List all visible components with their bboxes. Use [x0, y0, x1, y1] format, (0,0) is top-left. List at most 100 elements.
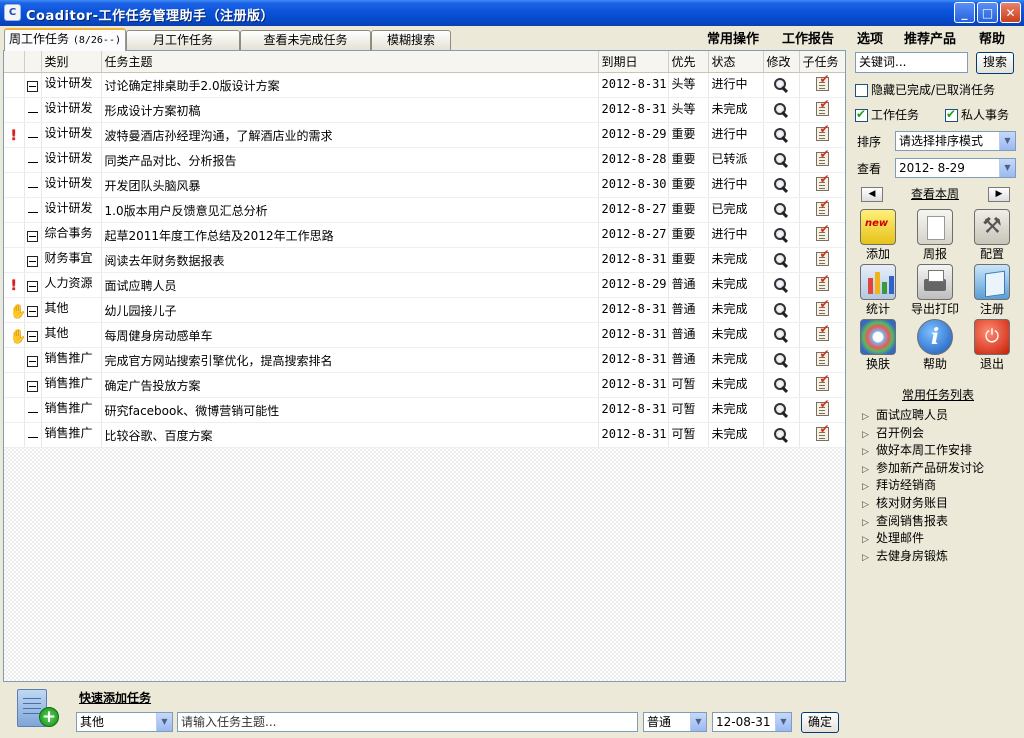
collapse-toggle-icon[interactable]	[27, 380, 38, 392]
table-row[interactable]: 销售推广 比较谷歌、百度方案 2012-8-31 可暂 未完成	[4, 422, 845, 448]
collapse-toggle-icon[interactable]	[27, 255, 38, 267]
row-subject[interactable]: 每周健身房动感单车	[101, 322, 599, 348]
row-subject[interactable]: 阅读去年财务数据报表	[101, 247, 599, 273]
subtask-checklist-icon[interactable]	[815, 322, 830, 341]
table-row[interactable]: 财务事宜 阅读去年财务数据报表 2012-8-31 重要 未完成	[4, 247, 845, 273]
common-tasks-title[interactable]: 常用任务列表	[902, 386, 974, 403]
row-subject[interactable]: 研究facebook、微博营销可能性	[101, 397, 599, 423]
subtask-checklist-icon[interactable]	[815, 347, 830, 366]
prev-week-button[interactable]: ◀	[861, 187, 883, 202]
table-row[interactable]: 销售推广 完成官方网站搜索引擎优化，提高搜索排名 2012-8-31 普通 未完成	[4, 347, 845, 373]
magnifier-icon[interactable]	[773, 352, 789, 368]
menu-recommend[interactable]: 推荐产品	[904, 28, 956, 47]
quick-add-priority-select[interactable]: 普通 ▼	[643, 712, 707, 732]
subtask-checklist-icon[interactable]	[815, 422, 830, 441]
table-row[interactable]: 销售推广 确定广告投放方案 2012-8-31 可暂 未完成	[4, 372, 845, 398]
add-tool-button[interactable]: new 添加	[855, 209, 901, 261]
menu-options[interactable]: 选项	[857, 28, 883, 47]
chevron-down-icon[interactable]: ▼	[156, 713, 172, 731]
magnifier-icon[interactable]	[773, 177, 789, 193]
col-due-header[interactable]: 到期日	[598, 51, 669, 73]
common-task-item[interactable]: ▷ 召开例会	[862, 424, 984, 442]
common-task-item[interactable]: ▷ 参加新产品研发讨论	[862, 459, 984, 477]
row-subject[interactable]: 确定广告投放方案	[101, 372, 599, 398]
subtask-checklist-icon[interactable]	[815, 147, 830, 166]
subtask-checklist-icon[interactable]	[815, 297, 830, 316]
menu-work-report[interactable]: 工作报告	[782, 28, 834, 47]
magnifier-icon[interactable]	[773, 302, 789, 318]
common-task-item[interactable]: ▷ 处理邮件	[862, 529, 984, 547]
common-task-item[interactable]: ▷ 做好本周工作安排	[862, 441, 984, 459]
subtask-checklist-icon[interactable]	[815, 247, 830, 266]
row-subject[interactable]: 同类产品对比、分析报告	[101, 147, 599, 173]
view-this-week-link[interactable]: 查看本周	[911, 185, 959, 202]
chevron-down-icon[interactable]: ▼	[775, 713, 791, 731]
tab-weekly[interactable]: 周工作任务 (8/26--)	[4, 28, 126, 51]
common-task-item[interactable]: ▷ 拜访经销商	[862, 476, 984, 494]
subtask-checklist-icon[interactable]	[815, 97, 830, 116]
tab-monthly[interactable]: 月工作任务	[126, 30, 240, 50]
chevron-down-icon[interactable]: ▼	[999, 132, 1015, 150]
config-button[interactable]: ⚒ 配置	[969, 209, 1015, 261]
row-subject[interactable]: 形成设计方案初稿	[101, 97, 599, 123]
private-tasks-checkbox[interactable]: 私人事务	[945, 106, 1009, 123]
row-subject[interactable]: 比较谷歌、百度方案	[101, 422, 599, 448]
collapse-toggle-icon[interactable]	[27, 330, 38, 342]
row-subject[interactable]: 幼儿园接儿子	[101, 297, 599, 323]
table-row[interactable]: ! 设计研发 波特曼酒店孙经理沟通，了解酒店业的需求 2012-8-29 重要 进行中	[4, 122, 845, 148]
subtask-checklist-icon[interactable]	[815, 372, 830, 391]
subtask-checklist-icon[interactable]	[815, 122, 830, 141]
title-bar[interactable]: C Coaditor-工作任务管理助手（注册版） _ □ ✕	[0, 0, 1024, 26]
table-row[interactable]: ! 人力资源 面试应聘人员 2012-8-29 普通 未完成	[4, 272, 845, 298]
checkbox-checked[interactable]	[855, 107, 868, 122]
magnifier-icon[interactable]	[773, 327, 789, 343]
weekly-report-button[interactable]: 周报	[912, 209, 958, 261]
export-print-button[interactable]: 导出打印	[906, 264, 964, 316]
subtask-checklist-icon[interactable]	[815, 272, 830, 291]
table-row[interactable]: ✋ 其他幼儿园接儿子2012-8-31普通未完成	[4, 297, 845, 323]
table-row[interactable]: 设计研发 讨论确定排桌助手2.0版设计方案 2012-8-31 头等 进行中	[4, 72, 845, 98]
search-button[interactable]: 搜索	[976, 52, 1014, 74]
magnifier-icon[interactable]	[773, 77, 789, 93]
common-task-item[interactable]: ▷ 查阅销售报表	[862, 512, 984, 530]
collapse-toggle-icon[interactable]	[27, 230, 38, 242]
magnifier-icon[interactable]	[773, 402, 789, 418]
table-row[interactable]: 销售推广 研究facebook、微博营销可能性 2012-8-31 可暂 未完成	[4, 397, 845, 423]
work-tasks-checkbox[interactable]: 工作任务	[855, 106, 919, 123]
magnifier-icon[interactable]	[773, 252, 789, 268]
skin-button[interactable]: 换肤	[855, 319, 901, 371]
magnifier-icon[interactable]	[773, 377, 789, 393]
exit-button[interactable]: ⏻ 退出	[969, 319, 1015, 371]
table-row[interactable]: 设计研发 同类产品对比、分析报告 2012-8-28 重要 已转派	[4, 147, 845, 173]
menu-help[interactable]: 帮助	[979, 28, 1005, 47]
collapse-toggle-icon[interactable]	[27, 80, 38, 92]
table-row[interactable]: 设计研发 1.0版本用户反馈意见汇总分析 2012-8-27 重要 已完成	[4, 197, 845, 223]
keyword-search-input[interactable]: 关键词...	[855, 52, 968, 73]
stats-button[interactable]: 统计	[855, 264, 901, 316]
magnifier-icon[interactable]	[773, 102, 789, 118]
quick-add-category-select[interactable]: 其他 ▼	[76, 712, 173, 732]
col-priority-header[interactable]: 优先	[668, 51, 709, 73]
checkbox-unchecked[interactable]	[855, 84, 868, 97]
row-subject[interactable]: 完成官方网站搜索引擎优化，提高搜索排名	[101, 347, 599, 373]
table-row[interactable]: 综合事务 起草2011年度工作总结及2012年工作思路 2012-8-27 重要 进行中	[4, 222, 845, 248]
quick-add-subject-input[interactable]: 请输入任务主题...	[177, 712, 638, 732]
hide-completed-checkbox[interactable]: 隐藏已完成/已取消任务	[855, 81, 995, 98]
quick-add-date-picker[interactable]: 12-08-31 ▼	[712, 712, 792, 732]
quick-add-confirm-button[interactable]: 确定	[801, 712, 839, 733]
tab-fuzzy-search[interactable]: 模糊搜索	[371, 30, 451, 50]
subtask-checklist-icon[interactable]	[815, 172, 830, 191]
magnifier-icon[interactable]	[773, 202, 789, 218]
tab-unfinished[interactable]: 查看未完成任务	[240, 30, 371, 50]
col-category-header[interactable]: 类别	[41, 51, 102, 73]
collapse-toggle-icon[interactable]	[27, 305, 38, 317]
row-subject[interactable]: 波特曼酒店孙经理沟通，了解酒店业的需求	[101, 122, 599, 148]
row-subject[interactable]: 开发团队头脑风暴	[101, 172, 599, 198]
magnifier-icon[interactable]	[773, 427, 789, 443]
chevron-down-icon[interactable]: ▼	[690, 713, 706, 731]
subtask-checklist-icon[interactable]	[815, 72, 830, 91]
close-button[interactable]: ✕	[1000, 2, 1021, 23]
common-task-item[interactable]: ▷ 面试应聘人员	[862, 406, 984, 424]
row-subject[interactable]: 1.0版本用户反馈意见汇总分析	[101, 197, 599, 223]
row-subject[interactable]: 面试应聘人员	[101, 272, 599, 298]
